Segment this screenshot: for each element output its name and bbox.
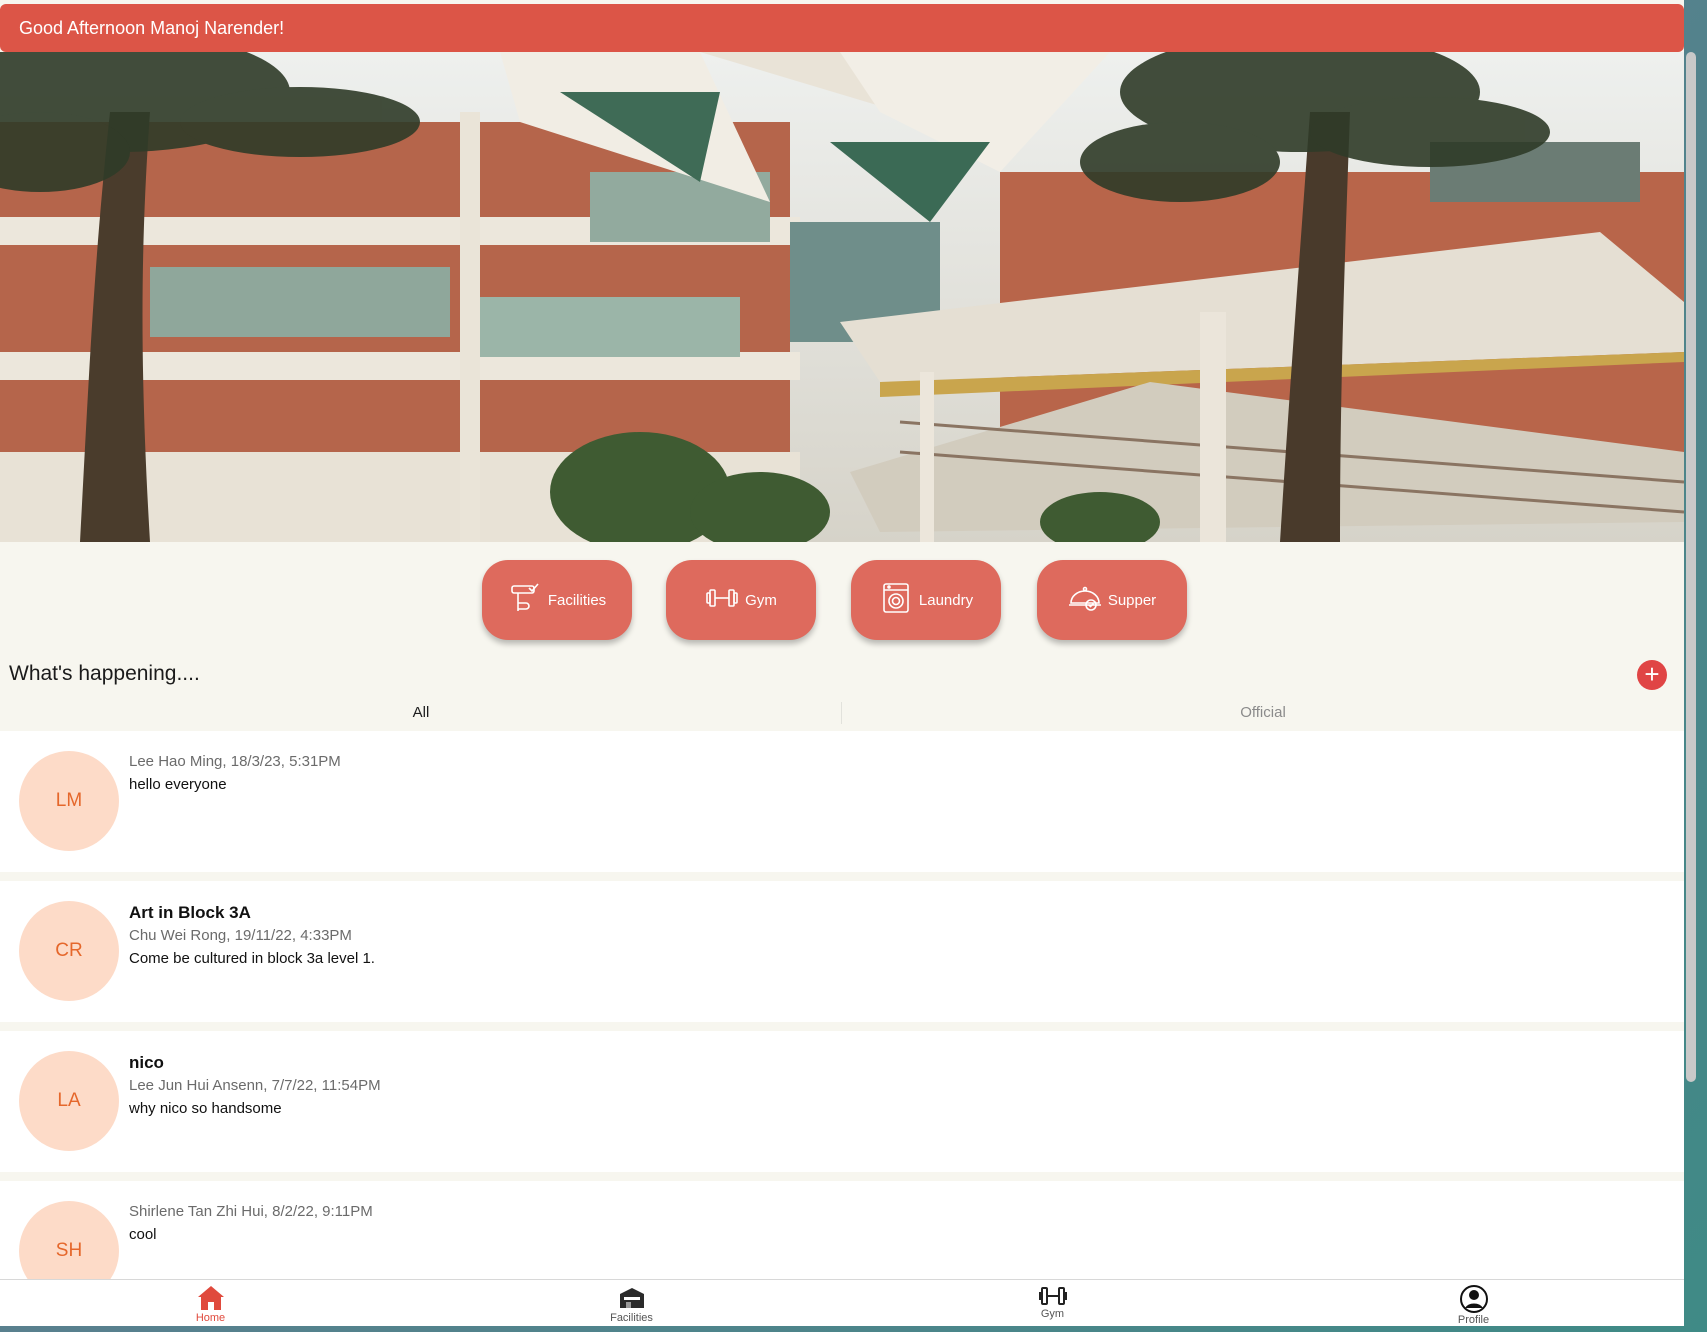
nav-profile[interactable]: Profile bbox=[1263, 1280, 1684, 1326]
nav-gym[interactable]: Gym bbox=[842, 1280, 1263, 1326]
supper-shortcut-button[interactable]: Supper bbox=[1037, 560, 1187, 640]
post-item[interactable]: LM Lee Hao Ming, 18/3/23, 5:31PM hello e… bbox=[0, 731, 1684, 872]
app-window: Good Afternoon Manoj Narender! Facilitie… bbox=[0, 0, 1684, 1326]
post-item[interactable]: CR Art in Block 3A Chu Wei Rong, 19/11/2… bbox=[0, 881, 1684, 1022]
washing-machine-icon bbox=[879, 581, 913, 619]
post-item[interactable]: LA nico Lee Jun Hui Ansenn, 7/7/22, 11:5… bbox=[0, 1031, 1684, 1172]
gym-shortcut-label: Gym bbox=[745, 591, 777, 609]
facilities-building-icon bbox=[619, 1288, 644, 1308]
user-circle-icon bbox=[1459, 1285, 1488, 1313]
post-meta: Lee Jun Hui Ansenn, 7/7/22, 11:54PM bbox=[129, 1077, 381, 1094]
add-post-button[interactable]: + bbox=[1637, 660, 1667, 690]
post-meta: Shirlene Tan Zhi Hui, 8/2/22, 9:11PM bbox=[129, 1203, 373, 1220]
post-meta: Chu Wei Rong, 19/11/22, 4:33PM bbox=[129, 927, 352, 944]
post-title: nico bbox=[129, 1053, 164, 1072]
facilities-shortcut-label: Facilities bbox=[547, 591, 607, 609]
laundry-shortcut-button[interactable]: Laundry bbox=[851, 560, 1001, 640]
post-title: Art in Block 3A bbox=[129, 903, 251, 922]
cloche-icon bbox=[1068, 581, 1102, 619]
scrollbar[interactable] bbox=[1686, 52, 1696, 1082]
nav-gym-label: Gym bbox=[1040, 1308, 1065, 1320]
facilities-shortcut-button[interactable]: Facilities bbox=[482, 560, 632, 640]
nav-home[interactable]: Home bbox=[0, 1280, 421, 1326]
greeting-bar: Good Afternoon Manoj Narender! bbox=[0, 4, 1684, 52]
tab-official[interactable]: Official bbox=[842, 696, 1684, 730]
nav-home-label: Home bbox=[195, 1312, 226, 1324]
nav-profile-label: Profile bbox=[1457, 1314, 1490, 1326]
feed-header: What's happening.... + bbox=[0, 652, 1684, 696]
shortcut-buttons: Facilities Gym Laundry Supper bbox=[0, 560, 1684, 642]
nav-facilities[interactable]: Facilities bbox=[421, 1280, 842, 1326]
feed-title: What's happening.... bbox=[9, 662, 200, 685]
dumbbell-icon bbox=[705, 581, 739, 619]
tab-all[interactable]: All bbox=[0, 696, 842, 730]
avatar: CR bbox=[19, 901, 119, 1001]
building-photo bbox=[0, 52, 1684, 542]
post-text: Come be cultured in block 3a level 1. bbox=[129, 950, 375, 967]
post-meta: Lee Hao Ming, 18/3/23, 5:31PM bbox=[129, 753, 341, 770]
nav-facilities-label: Facilities bbox=[610, 1312, 653, 1324]
dumbbell-icon bbox=[1038, 1287, 1067, 1305]
feed-tabs: All Official bbox=[0, 696, 1684, 730]
avatar: LA bbox=[19, 1051, 119, 1151]
hero-image bbox=[0, 52, 1684, 542]
laundry-shortcut-label: Laundry bbox=[918, 591, 974, 609]
gym-shortcut-button[interactable]: Gym bbox=[666, 560, 816, 640]
bottom-nav: Home Facilities Gym Profile bbox=[0, 1279, 1684, 1326]
post-text: hello everyone bbox=[129, 776, 227, 793]
post-text: cool bbox=[129, 1226, 157, 1243]
greeting-text: Good Afternoon Manoj Narender! bbox=[19, 18, 285, 38]
avatar: LM bbox=[19, 751, 119, 851]
home-icon bbox=[197, 1286, 224, 1310]
facilities-icon bbox=[508, 581, 542, 619]
post-text: why nico so handsome bbox=[129, 1100, 282, 1117]
supper-shortcut-label: Supper bbox=[1107, 591, 1157, 609]
